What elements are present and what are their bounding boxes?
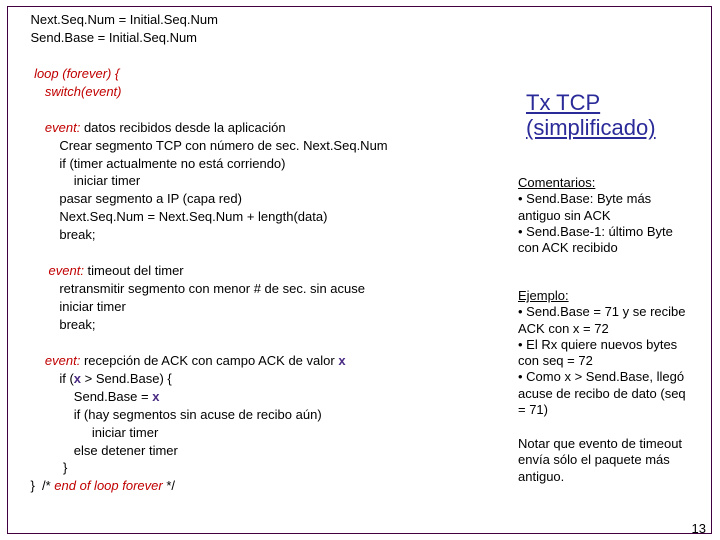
line: }: [16, 460, 67, 475]
example-bullet: • El Rx quiere nuevos bytes con seq = 72: [518, 337, 677, 368]
example-bullet: • Como x > Send.Base, llegó acuse de rec…: [518, 369, 686, 417]
keyword: switch(event): [45, 84, 122, 99]
line: if (x > Send.Base) {: [16, 371, 172, 386]
line: if (timer actualmente no está corriendo): [16, 156, 286, 171]
line: retransmitir segmento con menor # de sec…: [16, 281, 365, 296]
example-bullet: • Send.Base = 71 y se recibe ACK con x =…: [518, 304, 686, 335]
line: Crear segmento TCP con número de sec. Ne…: [16, 138, 388, 153]
note-block: Notar que evento de timeout envía sólo e…: [518, 436, 696, 485]
comments-bullet: • Send.Base-1: último Byte con ACK recib…: [518, 224, 673, 255]
line: iniciar timer: [16, 173, 140, 188]
keyword: loop (forever) {: [34, 66, 119, 81]
keyword: event:: [49, 263, 84, 278]
variable: x: [152, 389, 159, 404]
page-number: 13: [692, 521, 706, 536]
line: Next.Seq.Num = Next.Seq.Num + length(dat…: [16, 209, 327, 224]
variable: x: [74, 371, 81, 386]
variable: x: [338, 353, 345, 368]
line: event: datos recibidos desde la aplicaci…: [16, 120, 286, 135]
comments-heading: Comentarios:: [518, 175, 595, 190]
title-line-2: (simplificado): [526, 115, 656, 140]
line: Send.Base = Initial.Seq.Num: [16, 30, 197, 45]
line: switch(event): [16, 84, 121, 99]
line: break;: [16, 317, 95, 332]
title-line-1: Tx TCP: [526, 90, 600, 115]
example-block: Ejemplo: • Send.Base = 71 y se recibe AC…: [518, 288, 696, 418]
line: event: timeout del timer: [16, 263, 184, 278]
line: iniciar timer: [16, 299, 126, 314]
comments-bullet: • Send.Base: Byte más antiguo sin ACK: [518, 191, 651, 222]
example-heading: Ejemplo:: [518, 288, 569, 303]
slide: Next.Seq.Num = Initial.Seq.Num Send.Base…: [0, 0, 720, 540]
keyword: event:: [45, 353, 80, 368]
line: Next.Seq.Num = Initial.Seq.Num: [16, 12, 218, 27]
line: Send.Base = x: [16, 389, 159, 404]
line: } /* end of loop forever */: [16, 478, 175, 493]
keyword: event:: [45, 120, 80, 135]
keyword: end of loop forever: [54, 478, 162, 493]
line: if (hay segmentos sin acuse de recibo aú…: [16, 407, 322, 422]
line: break;: [16, 227, 95, 242]
line: pasar segmento a IP (capa red): [16, 191, 242, 206]
line: else detener timer: [16, 443, 178, 458]
slide-title: Tx TCP (simplificado): [526, 90, 696, 141]
line: loop (forever) {: [16, 66, 119, 81]
comments-block: Comentarios: • Send.Base: Byte más antig…: [518, 175, 696, 256]
line: iniciar timer: [16, 425, 158, 440]
line: event: recepción de ACK con campo ACK de…: [16, 353, 346, 368]
